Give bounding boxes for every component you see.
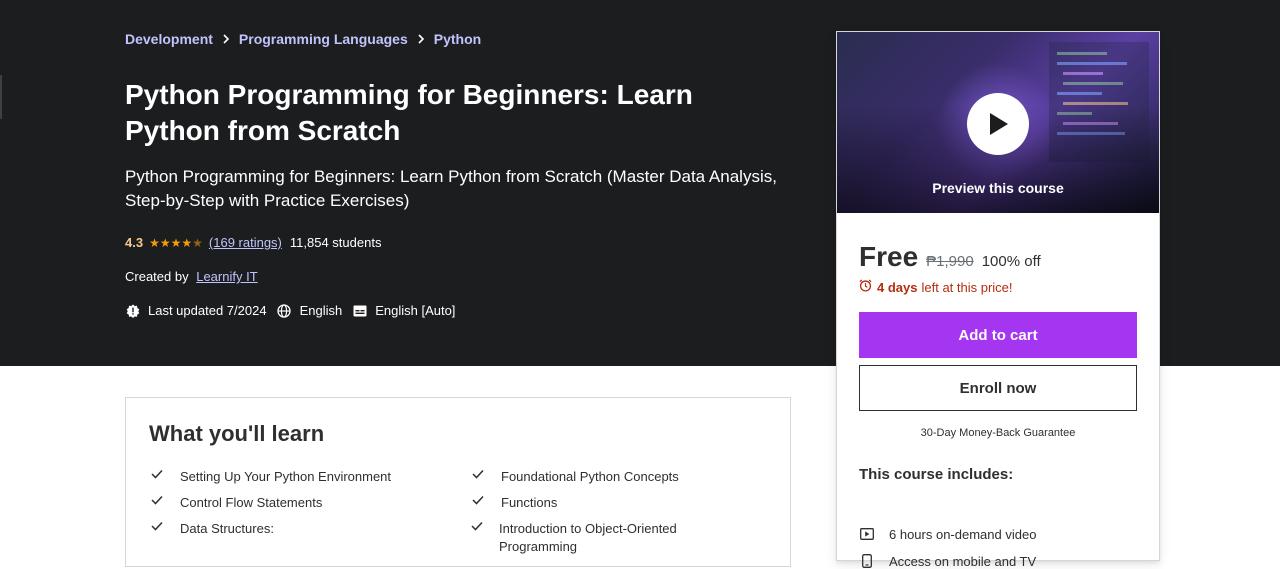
course-subtitle: Python Programming for Beginners: Learn …	[125, 167, 777, 210]
breadcrumb-python[interactable]: Python	[434, 31, 481, 47]
learn-item-text: Functions	[501, 495, 558, 510]
star-icon: ★	[149, 235, 160, 250]
star-rating: ★ ★ ★ ★ ★	[149, 236, 203, 250]
closed-captions-icon	[352, 303, 367, 318]
checkmark-icon	[150, 520, 164, 531]
discount-timer: 4 days left at this price!	[859, 279, 1013, 295]
created-by-label: Created by	[125, 269, 189, 284]
discount-percent: 100% off	[981, 253, 1041, 270]
timer-days: 4 days	[877, 279, 918, 295]
half-star-icon: ★	[192, 235, 203, 250]
course-title: Python Programming for Beginners: Learn …	[125, 79, 693, 146]
alarm-clock-icon	[859, 279, 872, 295]
learn-title: What you'll learn	[149, 421, 325, 446]
add-to-cart-button[interactable]: Add to cart	[859, 312, 1137, 358]
breadcrumb-development[interactable]: Development	[125, 31, 213, 47]
include-item-label: 6 hours on-demand video	[889, 526, 1037, 542]
author-link[interactable]: Learnify IT	[196, 269, 257, 284]
learn-item-text: Setting Up Your Python Environment	[180, 469, 392, 484]
includes-title: This course includes:	[859, 466, 1014, 483]
learn-item-text: Foundational Python Concepts	[501, 469, 679, 484]
include-item-label: Access on mobile and TV	[889, 553, 1037, 569]
course-preview[interactable]: Preview this course	[837, 32, 1159, 213]
learn-item: Data Structures:	[150, 520, 450, 538]
rating-value: 4.3	[125, 235, 144, 250]
star-icon: ★	[170, 235, 182, 250]
captions: English [Auto]	[352, 303, 455, 318]
learn-item-text: Data Structures:	[180, 521, 274, 536]
timer-text: left at this price!	[921, 279, 1013, 295]
current-price: Free	[859, 241, 919, 272]
checkmark-icon	[150, 468, 164, 479]
mobile-icon	[859, 553, 875, 569]
star-icon: ★	[181, 235, 193, 250]
ratings-count-link[interactable]: (169 ratings)	[209, 235, 282, 250]
learn-item-text: Introduction to Object-Oriented Programm…	[499, 521, 677, 554]
breadcrumb: Development Programming Languages Python	[125, 31, 481, 47]
checkmark-icon	[471, 494, 485, 505]
created-by: Created by Learnify IT	[125, 269, 258, 284]
rating-row: 4.3 ★ ★ ★ ★ ★ (169 ratings) 11,854 stude…	[125, 235, 381, 250]
learn-item: Introduction to Object-Oriented Programm…	[471, 520, 691, 556]
breadcrumb-programming-languages[interactable]: Programming Languages	[239, 31, 408, 47]
star-icon: ★	[159, 235, 171, 250]
checkmark-icon	[471, 520, 483, 531]
checkmark-icon	[150, 494, 164, 505]
chevron-right-icon	[417, 32, 425, 47]
enroll-now-button[interactable]: Enroll now	[859, 365, 1137, 411]
video-icon	[859, 526, 875, 542]
include-item-video: 6 hours on-demand video	[859, 526, 1036, 542]
preview-label[interactable]: Preview this course	[837, 180, 1159, 196]
language: English	[277, 303, 343, 318]
learn-item: Setting Up Your Python Environment	[150, 468, 450, 486]
include-item-mobile: Access on mobile and TV	[859, 553, 1036, 569]
money-back-guarantee: 30-Day Money-Back Guarantee	[920, 427, 1076, 439]
learn-item: Functions	[471, 494, 771, 512]
scroll-edge	[0, 75, 2, 119]
alert-badge-icon	[125, 303, 140, 318]
learn-item: Foundational Python Concepts	[471, 468, 771, 486]
captions-text: English [Auto]	[375, 303, 456, 318]
what-youll-learn-box: What you'll learn Setting Up Your Python…	[125, 397, 791, 567]
learn-item: Control Flow Statements	[150, 494, 450, 512]
play-icon	[990, 113, 1008, 135]
language-text: English	[299, 303, 343, 318]
globe-icon	[277, 303, 292, 318]
learn-item-text: Control Flow Statements	[180, 495, 323, 510]
students-count: 11,854 students	[289, 235, 382, 250]
original-price: ₱1,990	[926, 253, 974, 270]
last-updated: Last updated 7/2024	[125, 303, 267, 318]
checkmark-icon	[471, 468, 485, 479]
purchase-card: Preview this course Free ₱1,990 100% off…	[836, 31, 1160, 569]
course-meta: Last updated 7/2024 English English [Aut…	[125, 303, 465, 318]
last-updated-text: Last updated 7/2024	[148, 303, 267, 318]
price-row: Free ₱1,990 100% off	[859, 241, 1041, 273]
chevron-right-icon	[222, 32, 230, 47]
play-button[interactable]	[967, 93, 1029, 155]
